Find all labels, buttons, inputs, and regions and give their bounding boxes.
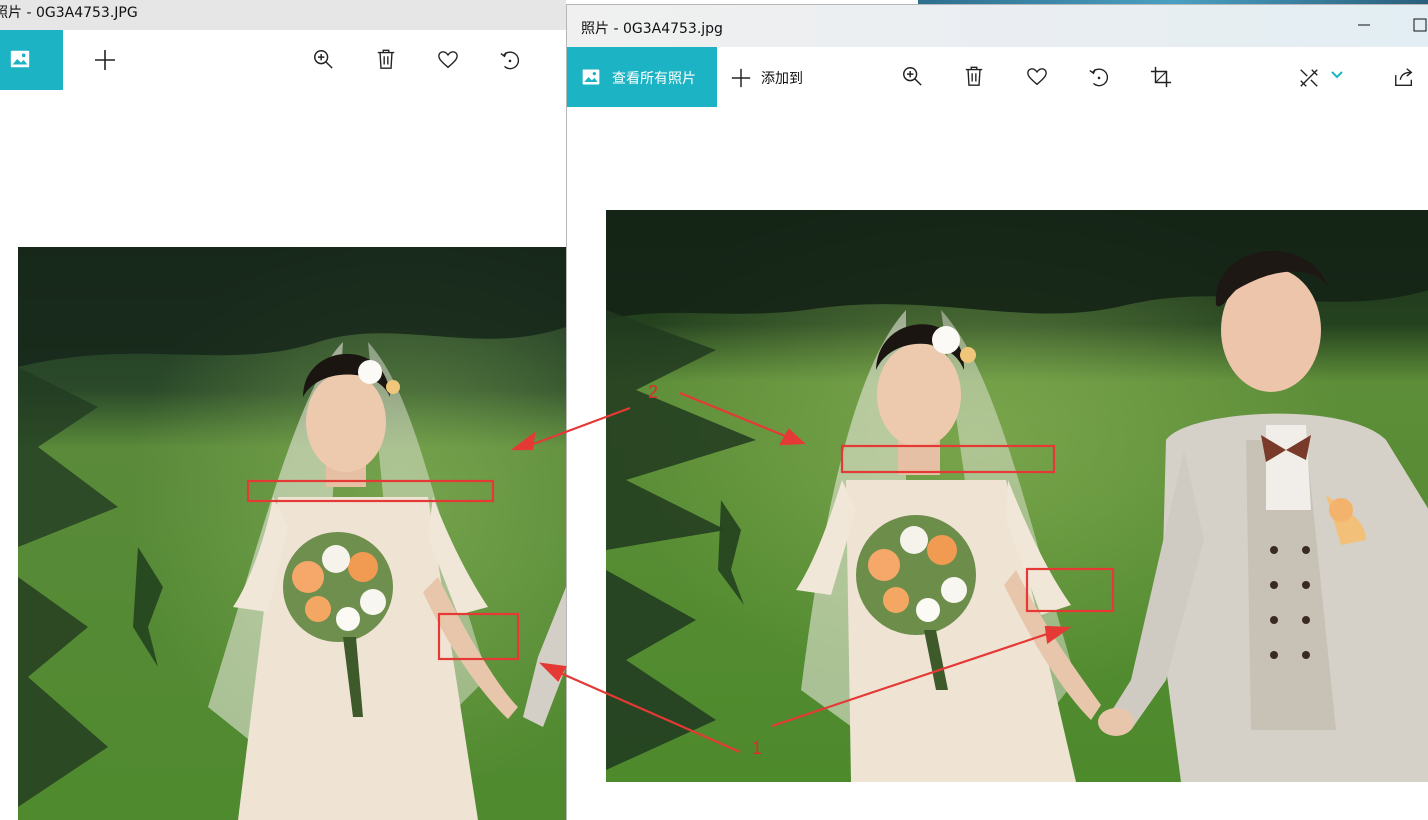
add-to-label: 添加到: [761, 71, 803, 87]
rotate-icon[interactable]: [499, 49, 521, 71]
maximize-icon[interactable]: [1413, 18, 1427, 32]
minimize-icon[interactable]: [1357, 18, 1371, 32]
view-all-photos-label: 查看所有照片: [612, 71, 696, 87]
title-bar[interactable]: 照片 - 0G3A4753.jpg: [567, 5, 1428, 47]
edit-icon[interactable]: [1298, 67, 1320, 89]
title-bar[interactable]: 照片 - 0G3A4753.JPG: [0, 0, 566, 30]
photos-window-back[interactable]: 照片 - 0G3A4753.JPG: [0, 0, 566, 820]
toolbar: [0, 30, 566, 90]
zoom-in-icon[interactable]: [312, 48, 334, 70]
image-icon: [9, 48, 31, 70]
window-title: 照片 - 0G3A4753.jpg: [581, 21, 723, 37]
photos-window-front[interactable]: 照片 - 0G3A4753.jpg 查看所有照片 添加到: [566, 4, 1428, 820]
image-icon: [581, 67, 601, 87]
plus-icon: [730, 67, 752, 89]
add-to-button[interactable]: 添加到: [730, 61, 820, 95]
crop-icon[interactable]: [1150, 66, 1172, 88]
photo-left: [18, 247, 566, 820]
view-all-photos-button[interactable]: [0, 30, 63, 90]
window-title: 照片 - 0G3A4753.JPG: [0, 5, 138, 21]
heart-icon[interactable]: [1026, 66, 1048, 88]
photo-main: [606, 210, 1428, 782]
chevron-down-icon[interactable]: [1330, 68, 1344, 82]
trash-icon[interactable]: [963, 65, 985, 87]
zoom-in-icon[interactable]: [901, 65, 923, 87]
share-icon[interactable]: [1393, 66, 1415, 88]
view-all-photos-button[interactable]: 查看所有照片: [567, 47, 717, 107]
heart-icon[interactable]: [437, 49, 459, 71]
trash-icon[interactable]: [375, 48, 397, 70]
rotate-icon[interactable]: [1088, 66, 1110, 88]
plus-icon[interactable]: [93, 48, 117, 72]
